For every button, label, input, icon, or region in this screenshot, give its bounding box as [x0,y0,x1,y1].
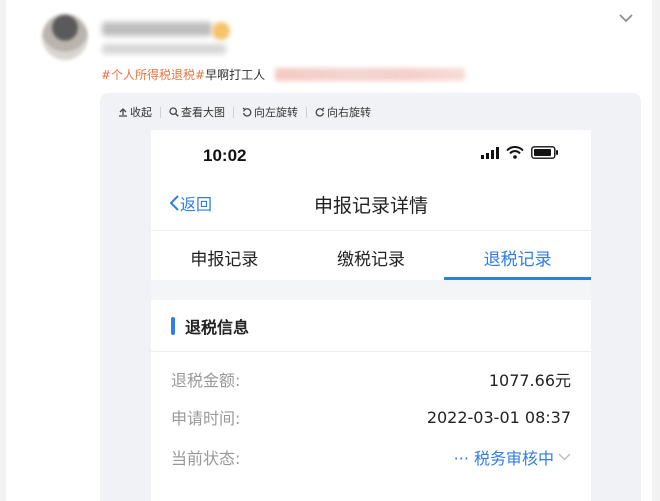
current-status-label: 当前状态: [171,449,241,468]
view-large-button[interactable]: 查看大图 [169,104,225,120]
signal-icon [481,146,499,159]
apply-time-value: 2022-03-01 08:37 [426,407,571,427]
page-title: 申报记录详情 [313,195,428,217]
chevron-down-icon [558,453,571,461]
collapse-icon [119,108,127,117]
collapse-image-button[interactable]: 收起 [118,104,152,120]
status-time: 10:02 [203,146,247,165]
image-toolbar: 收起 查看大图 向左旋转 向右旋转 [118,104,371,120]
section-title: 退税信息 [185,318,250,337]
image-viewer: 收起 查看大图 向左旋转 向右旋转 10:02 返回 申报记录详情 申报记录 缴… [100,93,641,501]
phone-screenshot[interactable]: 10:02 返回 申报记录详情 申报记录 缴税记录 退税记录 退税信息 退税金额… [151,130,591,501]
section-header: 退税信息 [171,314,249,338]
rotate-left-button[interactable]: 向左旋转 [242,104,298,120]
refund-amount-row: 退税金额: 1077.66元 [171,367,571,391]
current-status-value: ··· 税务审核中 [453,449,554,468]
wifi-icon [506,146,524,159]
apply-time-row: 申请时间: 2022-03-01 08:37 [171,405,571,429]
post-text: #个人所得税退税# 早啊打工人 [101,66,466,83]
current-status-row[interactable]: 当前状态: ··· 税务审核中 [171,445,571,469]
record-tabs: 申报记录 缴税记录 退税记录 [151,230,591,280]
section-accent-bar [171,317,175,335]
username-blurred[interactable] [102,22,212,36]
post-meta-blurred [102,44,226,54]
navigation-bar: 返回 申报记录详情 [151,178,591,230]
post-body-blurred [275,68,466,81]
status-icons [481,146,559,159]
toolbar-divider [306,106,307,118]
refund-amount-value: 1077.66元 [488,371,571,390]
post-card: #个人所得税退税# 早啊打工人 收起 查看大图 向左旋转 向右旋转 10:02 … [6,0,652,501]
status-bar: 10:02 [151,130,591,178]
avatar[interactable] [42,14,88,60]
apply-time-label: 申请时间: [171,409,241,428]
user-badge-icon [212,22,230,40]
status-expand[interactable]: ··· 税务审核中 [454,445,571,469]
tab-refund-records[interactable]: 退税记录 [444,231,591,280]
post-options-button[interactable] [618,10,634,26]
divider [151,351,591,352]
refund-info-card: 退税信息 退税金额: 1077.66元 申请时间: 2022-03-01 08:… [151,300,591,501]
rotate-left-label: 向左旋转 [254,106,298,119]
rotate-right-button[interactable]: 向右旋转 [315,104,371,120]
toolbar-divider [160,106,161,118]
battery-icon [531,146,558,159]
view-large-label: 查看大图 [181,106,225,119]
search-icon [169,107,179,117]
refund-amount-label: 退税金额: [171,371,241,390]
collapse-label: 收起 [130,106,152,119]
chevron-down-icon [619,13,633,22]
rotate-left-icon [242,107,252,117]
toolbar-divider [233,106,234,118]
rotate-right-label: 向右旋转 [327,106,371,119]
tab-tax-payment-records[interactable]: 缴税记录 [298,231,445,280]
rotate-right-icon [315,107,325,117]
tab-declaration-records[interactable]: 申报记录 [151,231,298,280]
topic-link[interactable]: #个人所得税退税# [101,66,205,83]
post-body: 早啊打工人 [205,68,266,82]
